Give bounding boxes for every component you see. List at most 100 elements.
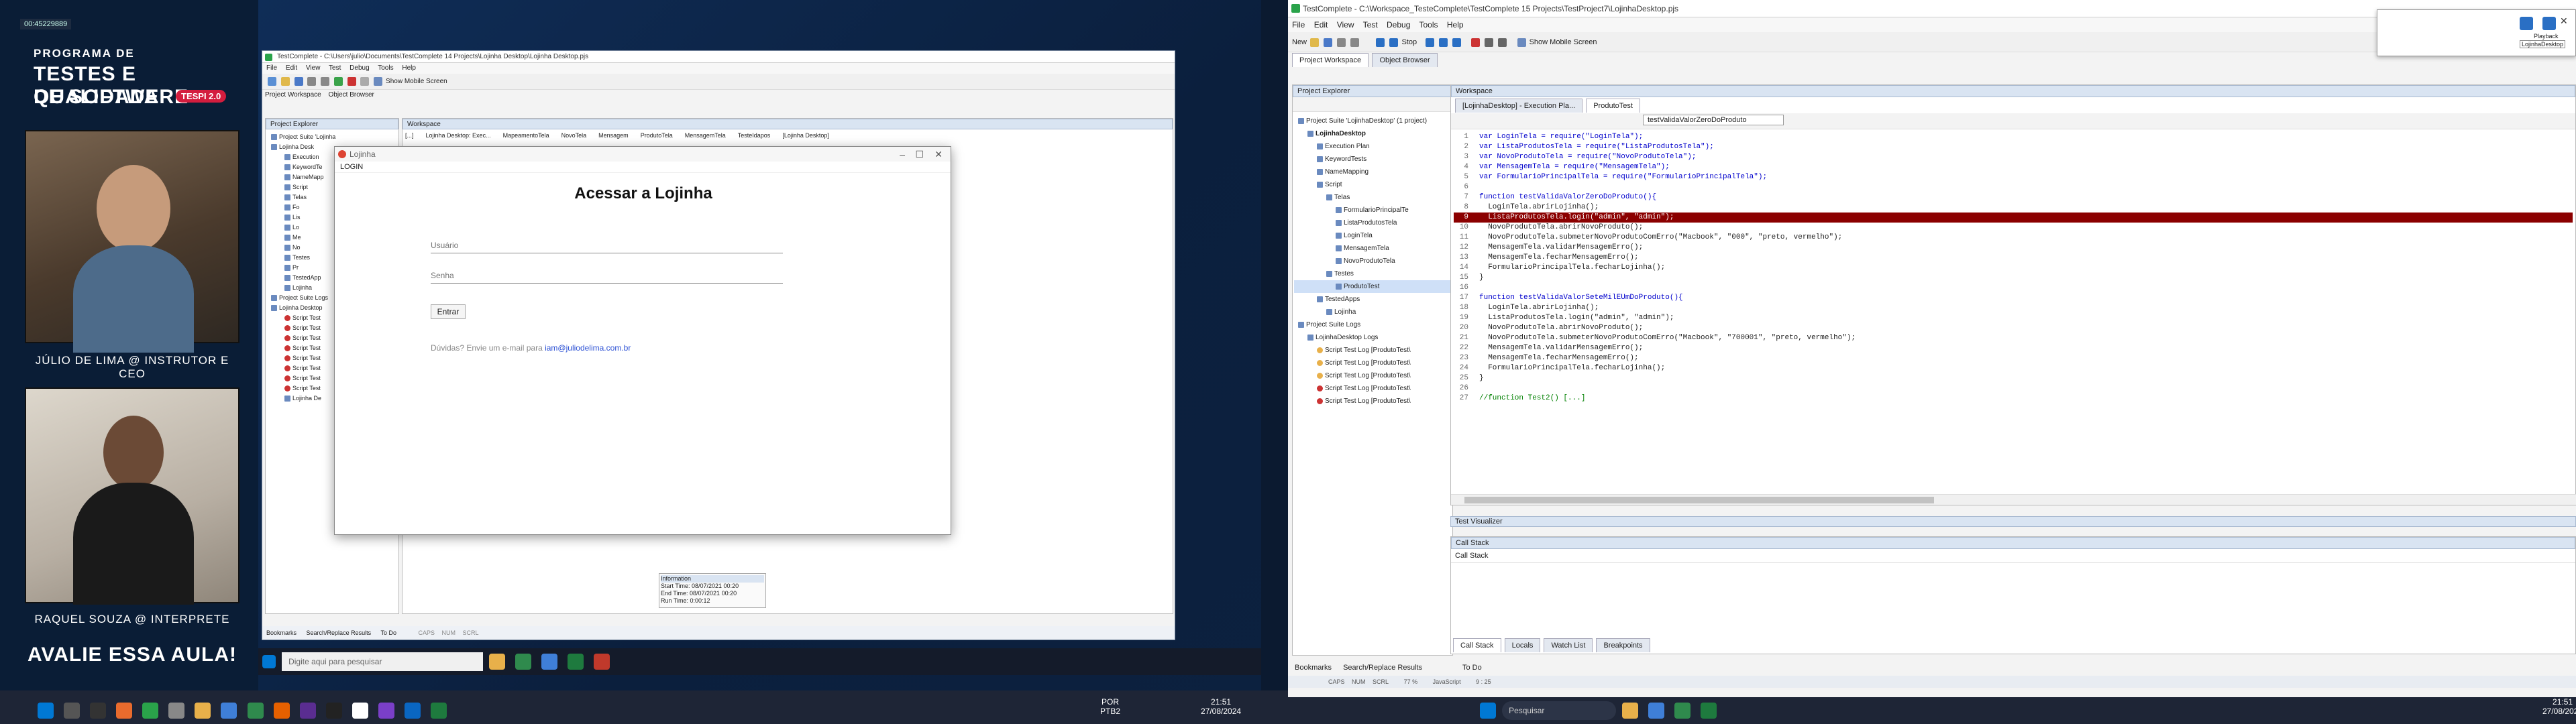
tree-item[interactable]: Script Test Log [ProdutoTest\ (1294, 382, 1451, 395)
record-icon[interactable] (347, 76, 356, 86)
tab-execution-plan[interactable]: [LojinhaDesktop] - Execution Pla... (1455, 99, 1583, 113)
line-number[interactable]: 23 (1454, 353, 1468, 363)
undo-icon[interactable] (307, 76, 317, 86)
document-tab[interactable]: MapeamentoTela (500, 132, 549, 139)
tree-item[interactable]: ProdutoTest (1294, 280, 1451, 293)
tab-object-browser-right[interactable]: Object Browser (1372, 53, 1438, 67)
taskbar-search[interactable]: Digite aqui para pesquisar (282, 652, 484, 671)
document-tab[interactable]: [...] (402, 132, 414, 139)
windows-start-icon[interactable] (262, 655, 276, 668)
line-number[interactable]: 14 (1454, 263, 1468, 273)
line-number[interactable]: 21 (1454, 333, 1468, 343)
menu-debug-right[interactable]: Debug (1387, 20, 1410, 29)
document-tab[interactable]: [Lojinha Desktop] (780, 132, 829, 139)
tree-item[interactable]: ListaProdutosTela (1294, 217, 1451, 229)
document-tab[interactable]: Mensagem (596, 132, 629, 139)
folder-icon[interactable] (195, 703, 211, 719)
tree-item[interactable]: Telas (1294, 191, 1451, 204)
menu-edit[interactable]: Edit (286, 64, 297, 72)
tree-item[interactable]: Project Suite 'Lojinha (267, 132, 397, 142)
pause-icon[interactable] (1426, 38, 1435, 47)
editor-scrollbar[interactable] (1451, 494, 2576, 505)
line-number[interactable]: 6 (1454, 182, 1468, 192)
document-tab[interactable]: Lojinha Desktop: Exec... (423, 132, 491, 139)
line-number[interactable]: 13 (1454, 253, 1468, 263)
settings-icon[interactable] (1498, 38, 1507, 47)
tree-item[interactable]: MensagemTela (1294, 242, 1451, 255)
tree-item[interactable]: NameMapping (1294, 166, 1451, 178)
tab-breakpoints[interactable]: Breakpoints (1596, 638, 1650, 652)
step-over-icon[interactable] (1452, 38, 1462, 47)
tree-item[interactable]: Script Test Log [ProdutoTest\ (1294, 344, 1451, 357)
tree-item[interactable]: Script Test Log [ProdutoTest\ (1294, 395, 1451, 408)
menu-file[interactable]: File (266, 64, 277, 72)
line-number[interactable]: 8 (1454, 202, 1468, 213)
open-icon[interactable] (280, 76, 290, 86)
line-number[interactable]: 16 (1454, 283, 1468, 293)
tree-item[interactable]: KeywordTests (1294, 153, 1451, 166)
tab-call-stack[interactable]: Call Stack (1453, 638, 1501, 652)
file-explorer-icon[interactable] (489, 654, 506, 670)
edge-taskbar-icon[interactable] (221, 703, 237, 719)
menu-help[interactable]: Help (402, 64, 416, 72)
menu-tools-right[interactable]: Tools (1419, 20, 1438, 29)
tab-watch-list[interactable]: Watch List (1544, 638, 1593, 652)
scrollbar-thumb[interactable] (1464, 497, 1934, 503)
line-number[interactable]: 10 (1454, 223, 1468, 233)
breakpoint-icon[interactable] (1471, 38, 1481, 47)
line-number[interactable]: 1 (1454, 132, 1468, 142)
menu-file-right[interactable]: File (1292, 20, 1305, 29)
stop-icon[interactable] (360, 76, 370, 86)
line-number[interactable]: 4 (1454, 162, 1468, 172)
tab-project-workspace[interactable]: Project Workspace (265, 91, 321, 99)
terminal-icon[interactable] (325, 703, 342, 719)
username-input[interactable] (431, 237, 783, 253)
line-number[interactable]: 19 (1454, 313, 1468, 323)
menu-view[interactable]: View (306, 64, 321, 72)
copy-icon[interactable] (1350, 38, 1360, 47)
tree-item[interactable]: Project Suite 'LojinhaDesktop' (1 projec… (1294, 115, 1451, 127)
line-number[interactable]: 27 (1454, 394, 1468, 404)
search-icon[interactable] (64, 703, 80, 719)
line-number[interactable]: 22 (1454, 343, 1468, 353)
line-number[interactable]: 12 (1454, 243, 1468, 253)
cut-icon[interactable] (1337, 38, 1346, 47)
tree-item[interactable]: NovoProdutoTela (1294, 255, 1451, 267)
stop-square-icon[interactable] (1389, 38, 1399, 47)
tree-item[interactable]: LojinhaDesktop (1294, 127, 1451, 140)
firefox-icon[interactable] (273, 703, 290, 719)
app-green-icon[interactable] (142, 703, 159, 719)
line-number[interactable]: 9 (1454, 213, 1468, 223)
tab-bookmarks[interactable]: Bookmarks (266, 629, 297, 636)
run-icon[interactable] (333, 76, 343, 86)
help-email-link[interactable]: iam@juliodelima.com.br (545, 343, 631, 353)
line-number[interactable]: 17 (1454, 293, 1468, 303)
tree-item[interactable]: LoginTela (1294, 229, 1451, 242)
left-clock[interactable]: 21:51 27/08/2024 (1201, 697, 1241, 716)
password-input[interactable] (431, 267, 783, 284)
line-number[interactable]: 26 (1454, 383, 1468, 394)
line-number[interactable]: 7 (1454, 192, 1468, 202)
routine-select[interactable]: testValidaValorZeroDoProduto (1643, 115, 1784, 125)
tab-search-replace-right[interactable]: Search/Replace Results (1343, 664, 1422, 672)
line-number[interactable]: 18 (1454, 303, 1468, 313)
tab-search-replace[interactable]: Search/Replace Results (307, 629, 372, 636)
mobile-screen-icon[interactable] (1517, 38, 1526, 47)
tree-item[interactable]: Lojinha (1294, 306, 1451, 318)
start-icon[interactable] (38, 703, 54, 719)
chrome-taskbar-icon[interactable] (247, 703, 264, 719)
edge-icon[interactable] (541, 654, 558, 670)
chrome-icon[interactable] (515, 654, 532, 670)
menu-tools[interactable]: Tools (378, 64, 393, 72)
close-icon[interactable]: ✕ (934, 147, 943, 162)
menu-edit-right[interactable]: Edit (1314, 20, 1328, 29)
save-all-icon[interactable] (1324, 38, 1333, 47)
tree-item[interactable]: Script Test Log [ProdutoTest\ (1294, 357, 1451, 369)
code-editor[interactable]: 1 var LoginTela = require("LoginTela"); 2 v… (1451, 129, 2575, 478)
app-violet-icon[interactable] (378, 703, 394, 719)
line-number[interactable]: 2 (1454, 142, 1468, 152)
browser-icon[interactable] (1648, 703, 1665, 719)
testcomplete-right-icon[interactable] (1701, 703, 1717, 719)
right-taskbar-search[interactable]: Pesquisar (1502, 701, 1617, 720)
files-icon[interactable] (1622, 703, 1639, 719)
